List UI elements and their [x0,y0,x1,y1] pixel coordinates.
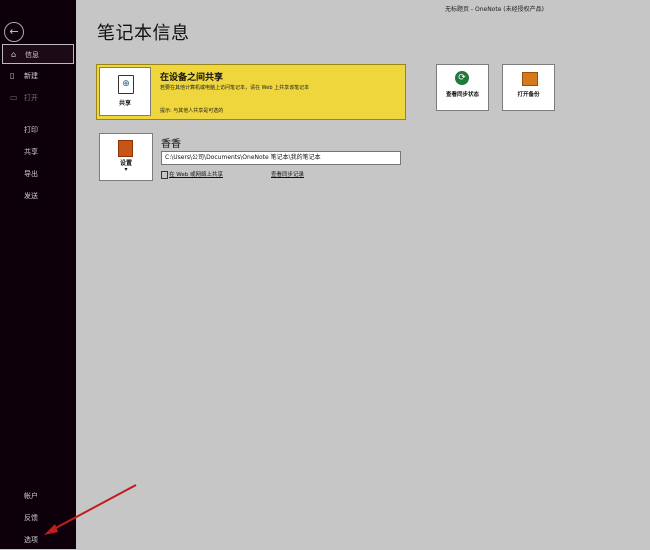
red-annotation-arrow [44,484,137,535]
